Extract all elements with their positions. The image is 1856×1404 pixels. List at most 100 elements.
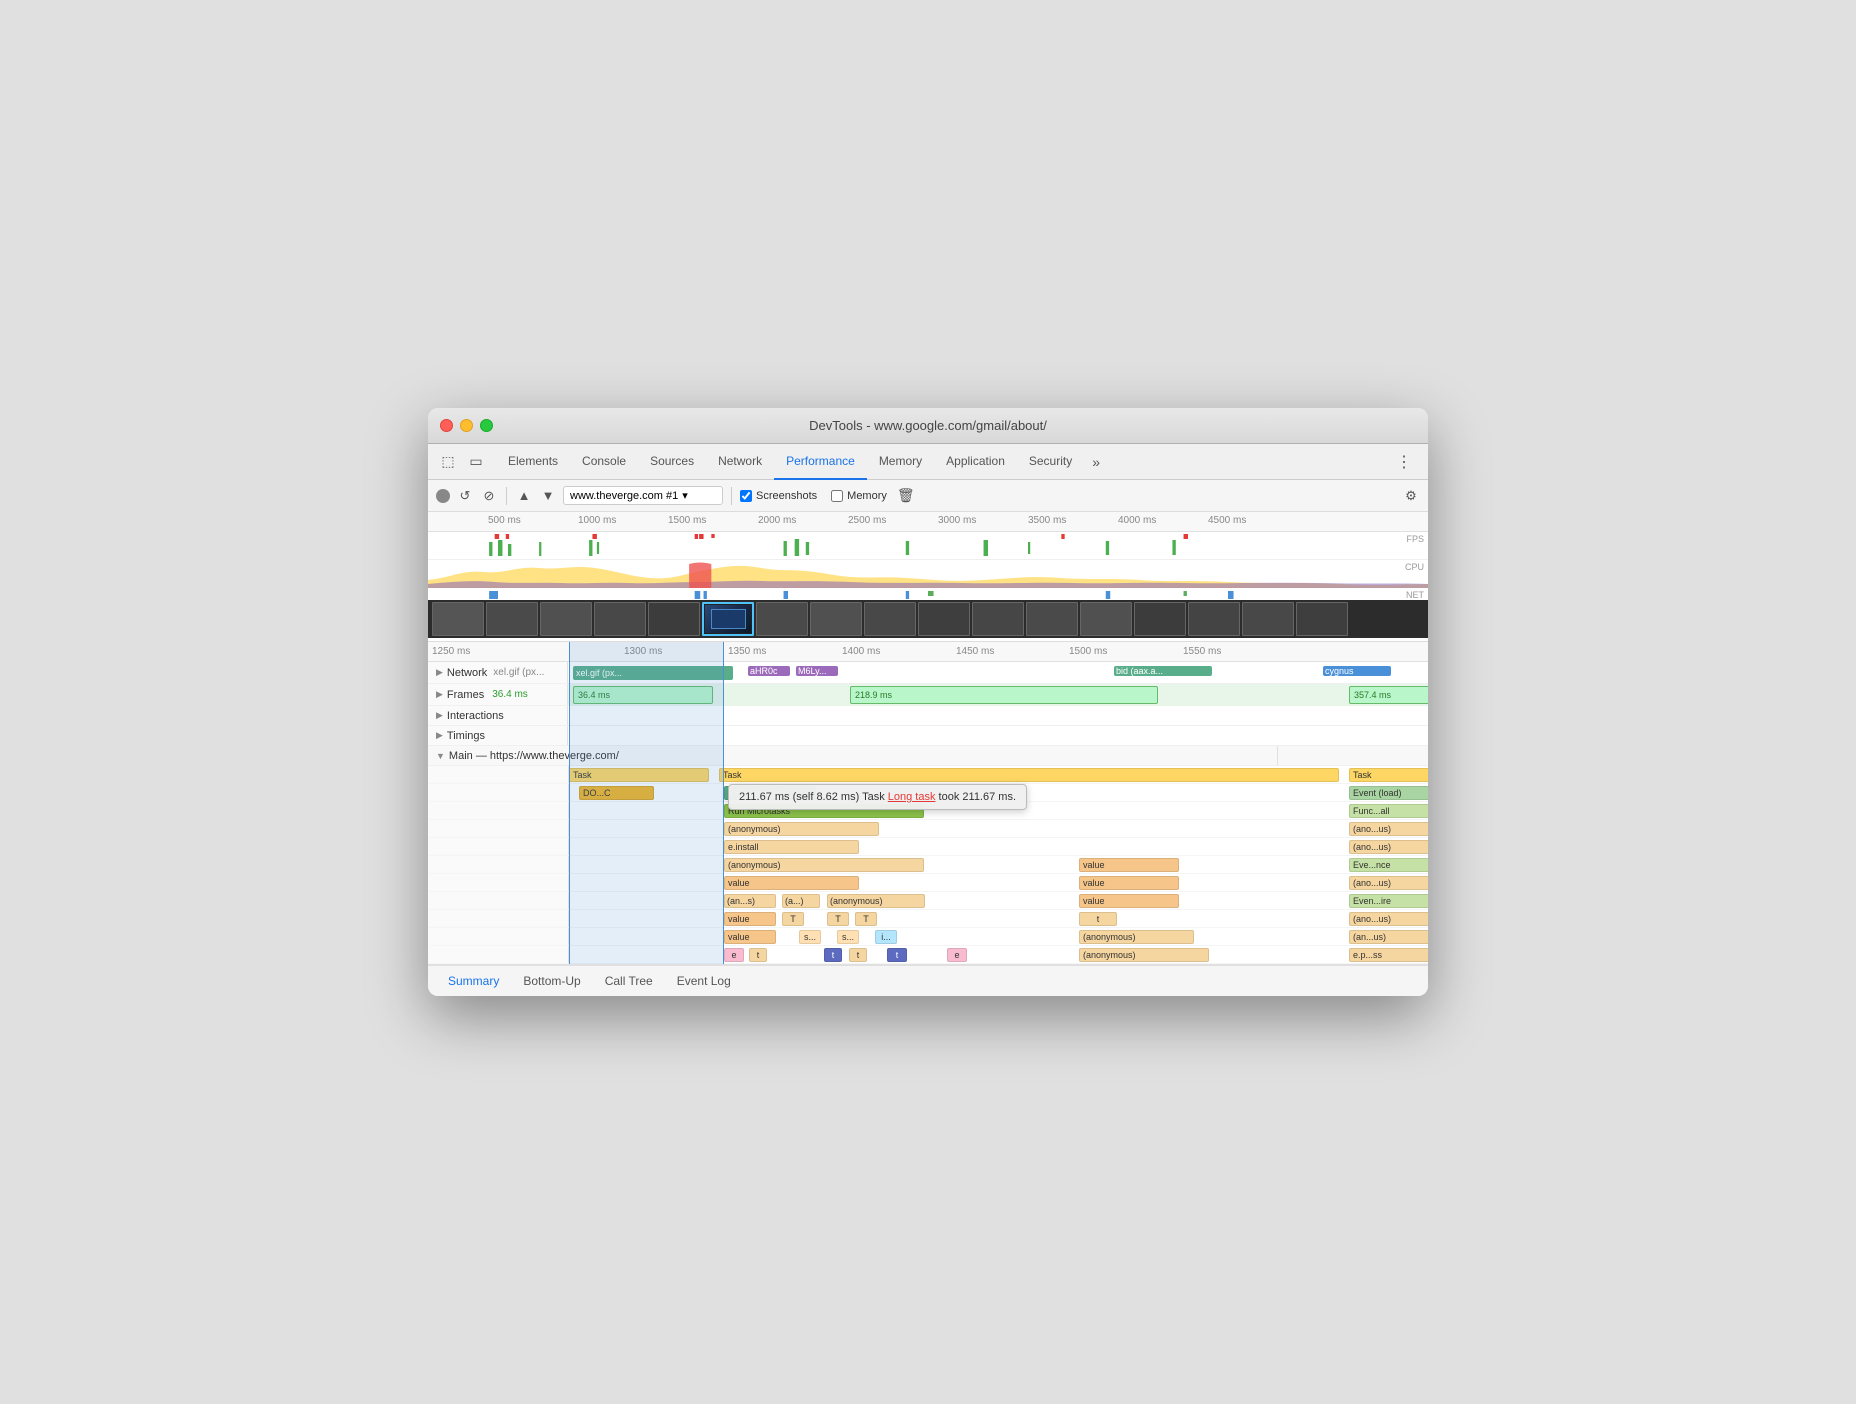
flame-block[interactable]: Func...all (1349, 804, 1428, 818)
screenshot-thumb[interactable] (648, 602, 700, 636)
frames-track-label[interactable]: ▶ Frames 36.4 ms (428, 684, 568, 705)
screenshot-thumb[interactable] (1296, 602, 1348, 636)
flame-block[interactable]: value (724, 912, 776, 926)
flame-block[interactable]: value (724, 876, 859, 890)
screenshot-thumb[interactable] (1134, 602, 1186, 636)
flame-block[interactable]: t (749, 948, 767, 962)
flame-block[interactable]: (an...us) (1349, 930, 1428, 944)
flame-block[interactable]: (ano...us) (1349, 840, 1428, 854)
tab-console[interactable]: Console (570, 444, 638, 480)
frame-item[interactable]: 36.4 ms (573, 686, 713, 704)
flame-block[interactable]: e (947, 948, 967, 962)
flame-block[interactable]: Task (719, 768, 1339, 782)
more-tabs-button[interactable]: » (1084, 454, 1108, 470)
tab-call-tree[interactable]: Call Tree (593, 966, 665, 996)
flame-block[interactable]: value (1079, 858, 1179, 872)
network-track-label[interactable]: ▶ Network xel.gif (px... (428, 662, 568, 683)
minimize-button[interactable] (460, 419, 473, 432)
flame-block[interactable]: (anonymous) (827, 894, 925, 908)
screenshot-thumb[interactable] (1242, 602, 1294, 636)
clear-icon[interactable]: ⊘ (480, 487, 498, 505)
screenshot-thumb[interactable] (1026, 602, 1078, 636)
screenshot-thumb[interactable] (486, 602, 538, 636)
screenshot-thumb[interactable] (432, 602, 484, 636)
flame-block[interactable]: s... (837, 930, 859, 944)
clear-recordings-button[interactable]: 🗑 (897, 487, 915, 504)
url-selector[interactable]: www.theverge.com #1 ▾ (563, 486, 723, 505)
network-item[interactable]: bid (aax.a... (1114, 666, 1212, 676)
flame-block[interactable]: e.install (724, 840, 859, 854)
flame-block[interactable]: value (1079, 894, 1179, 908)
upload-icon[interactable]: ▲ (515, 487, 533, 505)
flame-block[interactable]: t (887, 948, 907, 962)
flame-block[interactable]: Task (1349, 768, 1428, 782)
flame-block[interactable]: Even...ire (1349, 894, 1428, 908)
close-button[interactable] (440, 419, 453, 432)
network-item[interactable]: aHR0c (748, 666, 790, 676)
screenshot-thumb[interactable] (540, 602, 592, 636)
flame-block[interactable]: t (1079, 912, 1117, 926)
flame-block[interactable]: (anonymous) (1079, 948, 1209, 962)
frame-item[interactable]: 357.4 ms (1349, 686, 1428, 704)
flame-block[interactable]: (ano...us) (1349, 876, 1428, 890)
maximize-button[interactable] (480, 419, 493, 432)
flame-block[interactable]: (a...) (782, 894, 820, 908)
cursor-icon[interactable]: ⬚ (436, 450, 460, 474)
flame-block[interactable]: T (827, 912, 849, 926)
main-thread-label[interactable]: ▼ Main — https://www.theverge.com/ (428, 746, 1278, 765)
screenshot-thumb-selected[interactable] (702, 602, 754, 636)
flame-block[interactable]: DO...C (579, 786, 654, 800)
tab-sources[interactable]: Sources (638, 444, 706, 480)
flame-block[interactable]: Task (569, 768, 709, 782)
screenshot-thumb[interactable] (972, 602, 1024, 636)
tab-elements[interactable]: Elements (496, 444, 570, 480)
network-item[interactable]: cygnus (1323, 666, 1391, 676)
flame-block[interactable]: (an...s) (724, 894, 776, 908)
flame-block[interactable]: Event (load) (1349, 786, 1428, 800)
flame-block-selected[interactable]: XHR Load (c... (724, 786, 816, 800)
memory-checkbox[interactable] (831, 490, 843, 502)
tab-event-log[interactable]: Event Log (665, 966, 743, 996)
flame-block[interactable]: e (724, 948, 744, 962)
tab-application[interactable]: Application (934, 444, 1017, 480)
screenshot-thumb[interactable] (918, 602, 970, 636)
tab-memory[interactable]: Memory (867, 444, 934, 480)
network-item[interactable]: M6Ly... (796, 666, 838, 676)
flame-block[interactable]: s... (799, 930, 821, 944)
reload-icon[interactable]: ↺ (456, 487, 474, 505)
flame-block[interactable]: (anonymous) (724, 822, 879, 836)
tab-summary[interactable]: Summary (436, 966, 511, 996)
flame-block[interactable]: (ano...us) (1349, 822, 1428, 836)
screenshot-thumb[interactable] (1080, 602, 1132, 636)
record-button[interactable] (436, 489, 450, 503)
frame-item[interactable]: 218.9 ms (850, 686, 1158, 704)
tab-bottom-up[interactable]: Bottom-Up (511, 966, 592, 996)
screenshot-thumb[interactable] (810, 602, 862, 636)
devtools-settings-button[interactable]: ⋮ (1388, 452, 1420, 472)
flame-block[interactable]: value (724, 930, 776, 944)
interactions-track-label[interactable]: ▶ Interactions (428, 706, 568, 725)
screenshot-thumb[interactable] (864, 602, 916, 636)
network-item[interactable]: xel.gif (px... (573, 666, 733, 680)
flame-block[interactable]: (anonymous) (724, 858, 924, 872)
flame-block[interactable]: T (855, 912, 877, 926)
flame-block[interactable]: t (849, 948, 867, 962)
download-icon[interactable]: ▼ (539, 487, 557, 505)
screenshot-thumb[interactable] (594, 602, 646, 636)
tab-performance[interactable]: Performance (774, 444, 867, 480)
flame-block[interactable]: Run Microtasks (724, 804, 924, 818)
screenshot-thumb[interactable] (756, 602, 808, 636)
tab-network[interactable]: Network (706, 444, 774, 480)
screenshot-thumb[interactable] (1188, 602, 1240, 636)
flame-block[interactable]: t (824, 948, 842, 962)
flame-block[interactable]: Eve...nce (1349, 858, 1428, 872)
tab-security[interactable]: Security (1017, 444, 1084, 480)
flame-block[interactable]: value (1079, 876, 1179, 890)
flame-block[interactable]: T (782, 912, 804, 926)
flame-block[interactable]: i... (875, 930, 897, 944)
flame-block[interactable]: (ano...us) (1349, 912, 1428, 926)
timings-track-label[interactable]: ▶ Timings (428, 726, 568, 745)
device-icon[interactable]: ▭ (464, 450, 488, 474)
flame-block[interactable]: e.p...ss (1349, 948, 1428, 962)
screenshots-checkbox[interactable] (740, 490, 752, 502)
